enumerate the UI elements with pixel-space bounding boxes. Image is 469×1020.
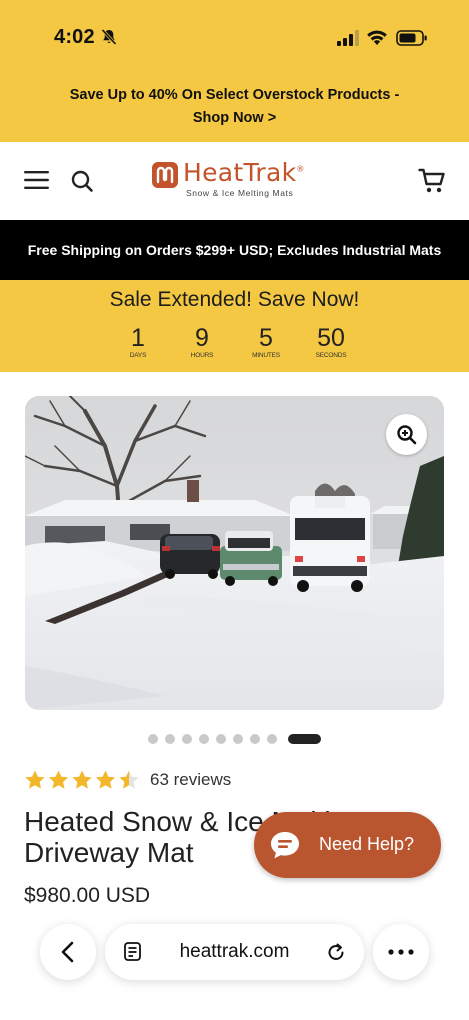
promo-banner[interactable]: Save Up to 40% On Select Overstock Produ… — [0, 72, 469, 142]
countdown-label: MINUTES — [252, 352, 280, 359]
countdown-hours: 9 HOURS — [172, 324, 232, 359]
gallery-dot[interactable] — [250, 734, 260, 744]
review-count-link[interactable]: 63 reviews — [150, 770, 231, 790]
chevron-left-icon — [61, 941, 74, 963]
browser-back-button[interactable] — [40, 924, 96, 980]
wifi-icon — [367, 30, 387, 45]
countdown-value: 1 — [131, 324, 145, 352]
countdown-seconds: 50 SECONDS — [301, 324, 361, 359]
logo-mark-icon — [152, 162, 178, 188]
countdown-value: 5 — [259, 324, 273, 352]
browser-more-button[interactable] — [373, 924, 429, 980]
need-help-chat-button[interactable]: Need Help? — [254, 812, 441, 878]
countdown-label: HOURS — [190, 352, 214, 359]
browser-address-bar[interactable]: heattrak.com — [105, 924, 364, 980]
status-bar: 4:02 — [0, 0, 469, 72]
search-icon[interactable] — [70, 169, 94, 193]
cellular-signal-icon — [337, 30, 359, 46]
countdown-days: 1 DAYS — [108, 324, 168, 359]
zoom-in-icon — [397, 425, 417, 445]
site-header: HeatTrak® Snow & Ice Melting Mats — [0, 142, 469, 220]
gallery-dot[interactable] — [148, 734, 158, 744]
gallery-dot[interactable] — [267, 734, 277, 744]
sale-title: Sale Extended! Save Now! — [109, 288, 360, 311]
countdown-value: 50 — [317, 324, 345, 352]
promo-line-1: Save Up to 40% On Select Overstock Produ… — [69, 87, 400, 103]
product-image[interactable] — [25, 396, 444, 710]
heattrak-logo[interactable]: HeatTrak® Snow & Ice Melting Mats — [152, 158, 322, 202]
logo-text: HeatTrak — [183, 158, 297, 187]
cart-icon[interactable] — [418, 168, 446, 194]
logo-trademark: ® — [296, 164, 305, 174]
shipping-banner: Free Shipping on Orders $299+ USD; Exclu… — [0, 220, 469, 280]
gallery-dot[interactable] — [233, 734, 243, 744]
countdown-label: SECONDS — [315, 352, 347, 359]
gallery-dot[interactable] — [199, 734, 209, 744]
logo-tagline: Snow & Ice Melting Mats — [186, 188, 294, 198]
promo-link[interactable]: Shop Now > — [0, 107, 469, 130]
need-help-label: Need Help? — [319, 834, 415, 854]
gallery-dot-active[interactable] — [288, 734, 321, 744]
gallery-dot[interactable] — [182, 734, 192, 744]
countdown-minutes: 5 MINUTES — [236, 324, 296, 359]
status-time: 4:02 — [54, 26, 95, 48]
sale-countdown-banner: Sale Extended! Save Now! 1 DAYS 9 HOURS … — [0, 280, 469, 372]
bell-muted-icon — [101, 28, 117, 46]
chat-bubble-icon — [271, 832, 299, 859]
battery-icon — [396, 30, 427, 46]
product-photo-illustration — [25, 396, 444, 710]
countdown-value: 9 — [195, 324, 209, 352]
star-rating-icon — [25, 770, 139, 789]
zoom-button[interactable] — [386, 414, 427, 455]
gallery-dot[interactable] — [165, 734, 175, 744]
menu-icon[interactable] — [24, 170, 49, 190]
reload-icon[interactable] — [325, 941, 347, 963]
gallery-dot[interactable] — [216, 734, 226, 744]
countdown-label: DAYS — [129, 352, 147, 359]
more-dots-icon — [388, 949, 414, 955]
